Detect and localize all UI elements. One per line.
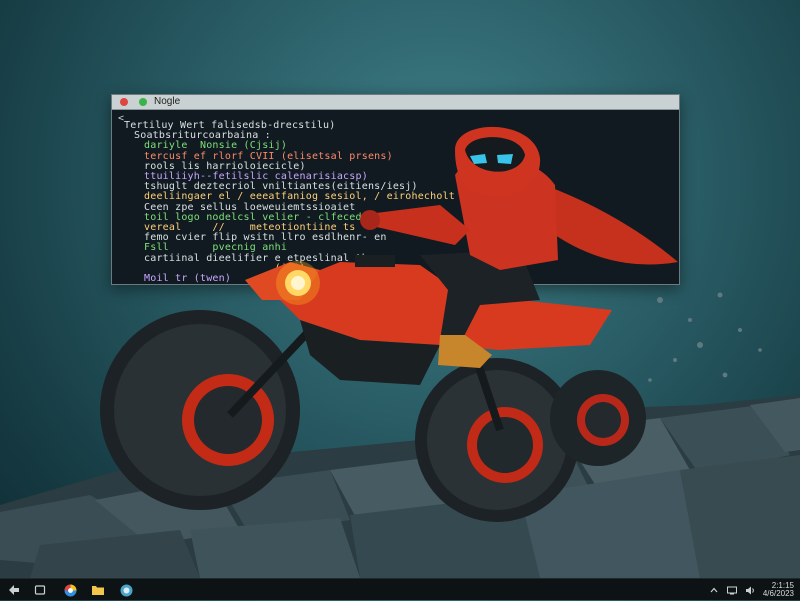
window-titlebar[interactable]: Nogle (112, 95, 679, 110)
maximize-window-button[interactable] (139, 98, 147, 106)
taskbar: 2:1:15 4/6/2023 (0, 578, 800, 600)
suspension (227, 327, 504, 432)
start-icon (9, 585, 19, 595)
close-window-button[interactable] (120, 98, 128, 106)
front-wheel (100, 310, 300, 510)
file-explorer-taskbar-button[interactable] (90, 582, 106, 598)
rear-wheel-far (550, 370, 646, 466)
task-view-icon (34, 585, 46, 595)
rear-wheel (415, 358, 579, 522)
rocky-ground (0, 395, 800, 578)
window-title: Nogle (154, 96, 181, 107)
browser-icon (64, 584, 76, 596)
terminal-body[interactable]: < Tertiluy Wert falisedsb-drecstilu) Soat… (112, 110, 679, 286)
file-explorer-icon (92, 586, 104, 595)
system-tray: 2:1:15 4/6/2023 (709, 579, 794, 601)
chevron-up-icon[interactable] (709, 585, 719, 595)
clock[interactable]: 2:1:15 4/6/2023 (763, 582, 794, 598)
terminal-window[interactable]: Nogle < Tertiluy Wert falisedsb-drecstil… (111, 94, 680, 285)
clock-date: 4/6/2023 (762, 589, 794, 598)
network-icon[interactable] (726, 585, 737, 595)
atv-rider-illustration (0, 126, 800, 578)
task-view-button[interactable] (32, 582, 48, 598)
start-button[interactable] (6, 582, 22, 598)
app-taskbar-button[interactable] (118, 582, 134, 598)
browser-taskbar-button[interactable] (62, 582, 78, 598)
app-icon (120, 584, 132, 596)
code-line: Moil tr (twen) (144, 273, 232, 284)
wallpaper-illustration (0, 0, 800, 578)
volume-icon[interactable] (745, 585, 755, 595)
dust-particles (648, 292, 762, 382)
desktop-wallpaper: Nogle < Tertiluy Wert falisedsb-drecstil… (0, 0, 800, 578)
